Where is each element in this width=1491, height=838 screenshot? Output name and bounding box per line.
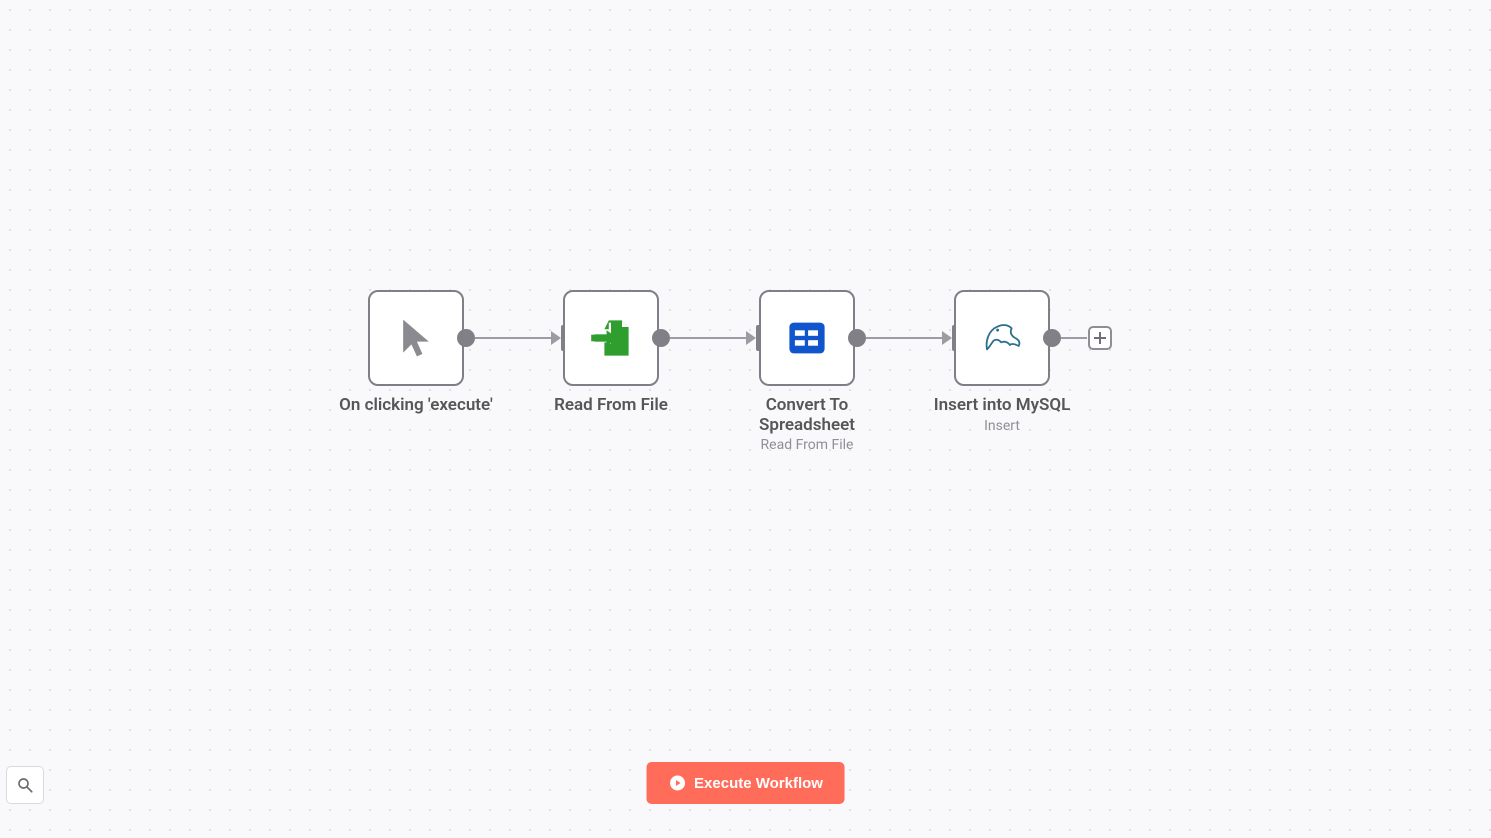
magnifier-icon: [16, 776, 34, 794]
node-output-port[interactable]: [1043, 329, 1061, 347]
execute-workflow-button[interactable]: Execute Workflow: [646, 762, 845, 804]
node-label: Read From File: [521, 396, 701, 416]
node-label: Insert into MySQL: [912, 396, 1092, 416]
node-sublabel: Insert: [912, 418, 1092, 434]
node-output-port[interactable]: [652, 329, 670, 347]
plus-icon: [1094, 332, 1106, 344]
file-import-icon: [589, 316, 633, 360]
connector-arrow-icon: [942, 331, 952, 345]
connector[interactable]: [670, 337, 748, 339]
connector-arrow-icon: [746, 331, 756, 345]
connector[interactable]: [475, 337, 553, 339]
node-output-port[interactable]: [457, 329, 475, 347]
node-box[interactable]: [563, 290, 659, 386]
workflow-canvas[interactable]: On clicking 'execute': [0, 0, 1491, 838]
spreadsheet-icon: [785, 316, 829, 360]
node-on-execute[interactable]: On clicking 'execute': [368, 290, 464, 416]
zoom-search-button[interactable]: [6, 766, 44, 804]
node-output-port[interactable]: [848, 329, 866, 347]
mysql-dolphin-icon: [980, 316, 1024, 360]
execute-workflow-label: Execute Workflow: [694, 775, 823, 792]
node-sublabel: Read From File: [717, 437, 897, 453]
node-box[interactable]: [954, 290, 1050, 386]
connector[interactable]: [1061, 337, 1087, 339]
node-label: On clicking 'execute': [326, 396, 506, 416]
node-read-file[interactable]: Read From File: [563, 290, 659, 416]
add-node-button[interactable]: [1088, 326, 1112, 350]
connector-arrow-icon: [551, 331, 561, 345]
cursor-icon: [394, 316, 438, 360]
connector[interactable]: [866, 337, 944, 339]
node-insert-mysql[interactable]: Insert into MySQL Insert: [954, 290, 1050, 434]
play-circle-icon: [668, 774, 686, 792]
node-label: Convert To Spreadsheet: [717, 396, 897, 435]
node-box[interactable]: [368, 290, 464, 386]
node-convert-spreadsheet[interactable]: Convert To Spreadsheet Read From File: [759, 290, 855, 453]
node-box[interactable]: [759, 290, 855, 386]
